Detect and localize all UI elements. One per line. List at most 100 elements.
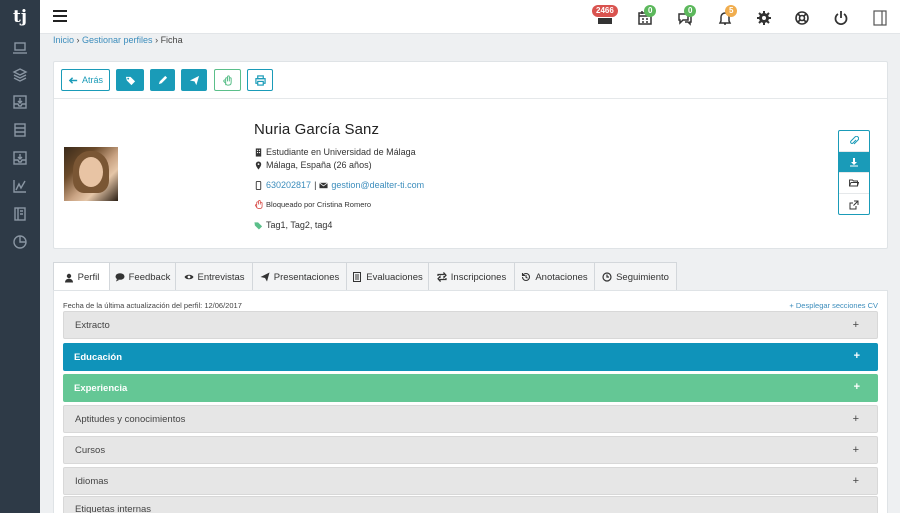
- expand-plus-icon: +: [852, 444, 859, 456]
- gear-icon[interactable]: [755, 9, 773, 27]
- book-icon[interactable]: [11, 206, 29, 222]
- breadcrumb-current: Ficha: [160, 35, 183, 45]
- side-actions-group: [838, 130, 870, 215]
- section-label: Educación: [74, 351, 123, 363]
- breadcrumb-home-link[interactable]: Inicio: [53, 35, 74, 45]
- folder-button[interactable]: [839, 173, 869, 194]
- section-label: Etiquetas internas: [75, 504, 152, 513]
- inbox-down-icon[interactable]: [11, 150, 29, 166]
- history-icon: [522, 272, 531, 282]
- cv-panel: Fecha de la última actualización del per…: [53, 290, 888, 513]
- tags-icon: [254, 221, 263, 230]
- paperclip-icon: [850, 136, 859, 145]
- section-label: Cursos: [75, 444, 106, 456]
- breadcrumb-profiles-link[interactable]: Gestionar perfiles: [82, 35, 153, 45]
- expand-plus-icon: +: [853, 350, 860, 362]
- section-cursos[interactable]: Cursos +: [63, 436, 878, 464]
- back-button[interactable]: Atrás: [61, 69, 110, 91]
- folder-open-icon: [849, 179, 859, 187]
- section-experiencia[interactable]: Experiencia +: [63, 374, 878, 402]
- section-aptitudes[interactable]: Aptitudes y conocimientos +: [63, 405, 878, 433]
- inbox-icon[interactable]: [11, 94, 29, 110]
- help-lifebuoy-icon[interactable]: [793, 9, 811, 27]
- eye-icon: [184, 274, 193, 280]
- email-link[interactable]: gestion@dealter-ti.com: [331, 180, 424, 190]
- tags-button[interactable]: [116, 69, 144, 91]
- retweet-icon: [436, 272, 447, 282]
- tab-label: Anotaciones: [535, 271, 588, 283]
- chat-icon: [115, 273, 125, 282]
- tab-entrevistas[interactable]: Entrevistas: [175, 262, 253, 291]
- expand-plus-icon: +: [852, 319, 859, 331]
- pie-chart-icon[interactable]: [11, 234, 29, 250]
- occupation-text: Estudiante en Universidad de Málaga: [266, 147, 416, 157]
- expand-sections-link[interactable]: + Desplegar secciones CV: [789, 301, 878, 310]
- external-link-icon: [849, 200, 859, 209]
- tab-anotaciones[interactable]: Anotaciones: [514, 262, 595, 291]
- arrow-left-icon: [68, 76, 78, 84]
- panel-toggle-icon[interactable]: [871, 9, 889, 27]
- tab-label: Seguimiento: [616, 271, 669, 283]
- map-marker-icon: [255, 160, 262, 170]
- blocked-text: Bloqueado por Cristina Romero: [266, 200, 372, 209]
- section-extracto[interactable]: Extracto +: [63, 311, 878, 339]
- contact-line: 630202817 | gestion@dealter-ti.com: [254, 180, 424, 190]
- document-icon: [353, 272, 362, 282]
- send-icon: [260, 272, 270, 282]
- attach-button[interactable]: [839, 131, 869, 152]
- profile-toolbar: Atrás: [54, 62, 887, 99]
- tab-label: Presentaciones: [273, 271, 340, 283]
- section-idiomas[interactable]: Idiomas +: [63, 467, 878, 495]
- last-updated-text: Fecha de la última actualización del per…: [63, 301, 242, 310]
- expand-plus-icon: +: [852, 475, 859, 487]
- tab-presentaciones[interactable]: Presentaciones: [252, 262, 347, 291]
- section-label: Idiomas: [75, 475, 109, 487]
- layers-icon[interactable]: [11, 67, 29, 83]
- database-icon[interactable]: [11, 122, 29, 138]
- section-etiquetas[interactable]: Etiquetas internas: [63, 496, 878, 513]
- calendar-badge: 0: [644, 5, 657, 17]
- notifications-badge: 5: [725, 5, 738, 17]
- tab-label: Entrevistas: [197, 271, 245, 283]
- app-logo[interactable]: tj: [8, 6, 32, 28]
- location-line: Málaga, España (26 años): [254, 160, 372, 170]
- messages-badge: 2466: [592, 5, 618, 17]
- print-button[interactable]: [247, 69, 273, 91]
- edit-button[interactable]: [150, 69, 175, 91]
- expand-plus-icon: +: [852, 413, 859, 425]
- location-text: Málaga, España (26 años): [266, 160, 372, 170]
- phone-link[interactable]: 630202817: [266, 180, 311, 190]
- section-label: Aptitudes y conocimientos: [75, 413, 186, 425]
- tags-text: Tag1, Tag2, tag4: [266, 220, 333, 230]
- tab-evaluaciones[interactable]: Evaluaciones: [346, 262, 429, 291]
- external-link-button[interactable]: [839, 194, 869, 214]
- laptop-icon[interactable]: [11, 40, 29, 56]
- power-icon[interactable]: [832, 9, 850, 27]
- avatar: [64, 147, 118, 201]
- menu-toggle-icon[interactable]: [53, 10, 67, 24]
- tab-label: Evaluaciones: [366, 271, 423, 283]
- user-icon: [64, 273, 73, 282]
- tags-line: Tag1, Tag2, tag4: [254, 220, 332, 230]
- back-button-label: Atrás: [81, 75, 103, 85]
- hand-blocked-icon: [254, 200, 263, 209]
- contact-separator: |: [314, 180, 317, 190]
- expand-plus-icon: +: [853, 381, 860, 393]
- clock-icon: [602, 272, 612, 282]
- breadcrumb: Inicio › Gestionar perfiles › Ficha: [53, 35, 183, 47]
- building-icon: [255, 147, 262, 157]
- download-button[interactable]: [839, 152, 869, 173]
- tab-label: Perfil: [77, 272, 100, 283]
- download-icon: [850, 158, 858, 167]
- tab-perfil[interactable]: Perfil: [53, 262, 110, 292]
- block-button[interactable]: [214, 69, 241, 91]
- tab-seguimiento[interactable]: Seguimiento: [594, 262, 677, 291]
- blocked-line: Bloqueado por Cristina Romero: [254, 200, 371, 209]
- topbar: 2466 0 0 5: [40, 0, 900, 34]
- send-button[interactable]: [181, 69, 207, 91]
- section-educacion[interactable]: Educación +: [63, 343, 878, 371]
- chart-icon[interactable]: [11, 178, 29, 194]
- profile-name: Nuria García Sanz: [254, 121, 380, 138]
- tab-feedback[interactable]: Feedback: [109, 262, 176, 291]
- tab-inscripciones[interactable]: Inscripciones: [428, 262, 515, 291]
